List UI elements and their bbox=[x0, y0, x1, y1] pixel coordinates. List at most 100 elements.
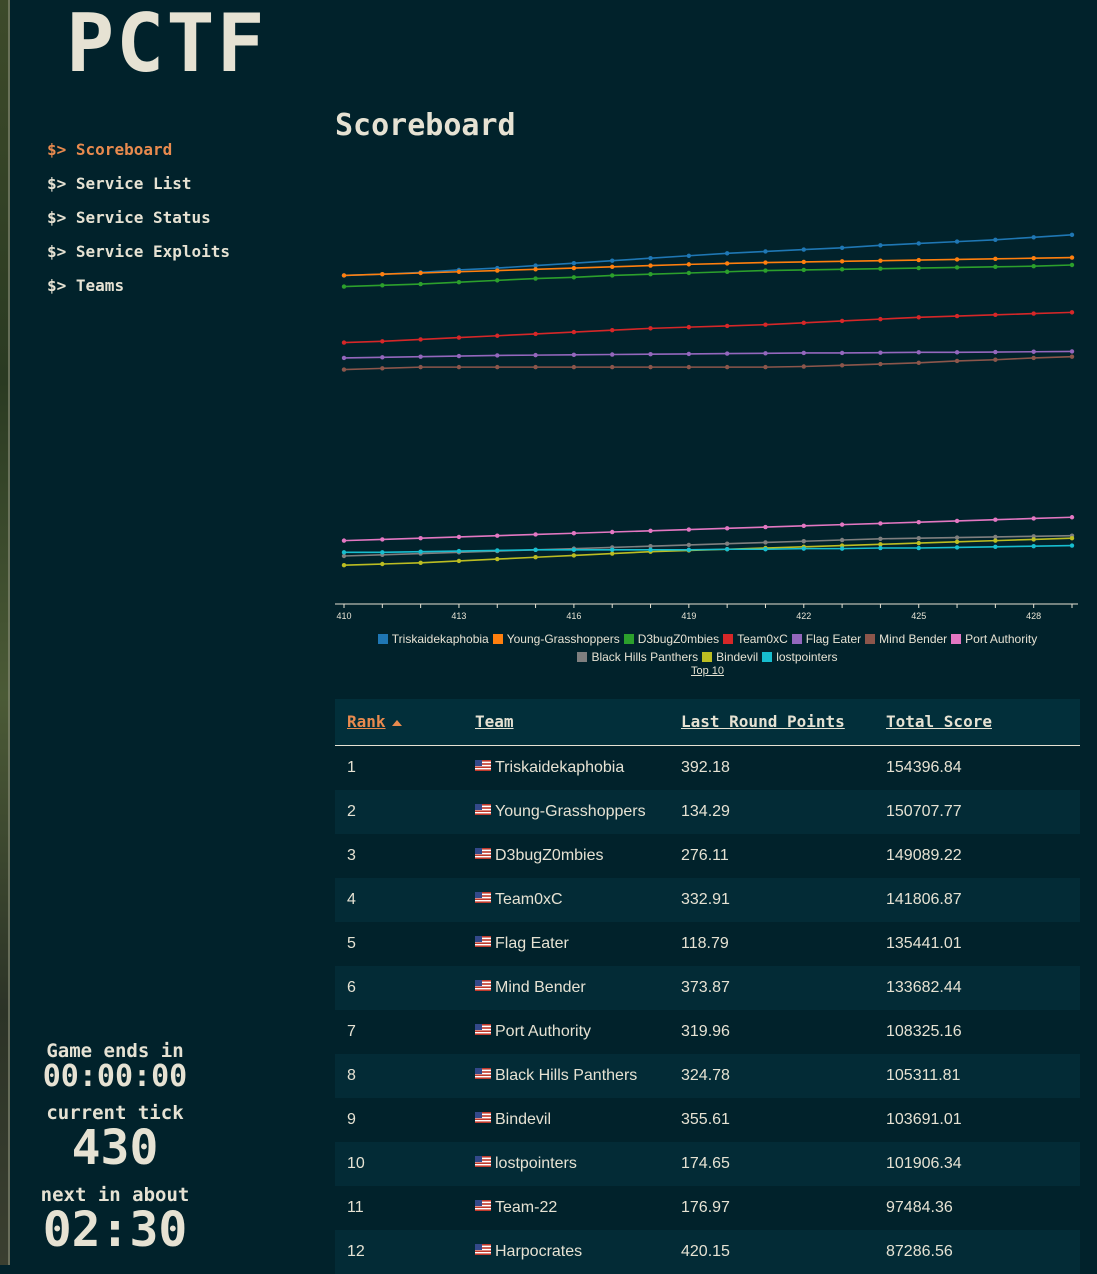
data-point[interactable] bbox=[495, 364, 500, 370]
nav-item-service-list[interactable]: $> Service List bbox=[47, 174, 230, 208]
data-point[interactable] bbox=[954, 535, 960, 540]
data-point[interactable] bbox=[916, 540, 921, 546]
data-point[interactable] bbox=[648, 547, 653, 553]
data-point[interactable] bbox=[993, 237, 998, 242]
data-point[interactable] bbox=[1031, 543, 1036, 549]
data-point[interactable] bbox=[878, 258, 883, 263]
data-point[interactable] bbox=[954, 239, 960, 244]
data-point[interactable] bbox=[380, 366, 385, 371]
data-point[interactable] bbox=[916, 535, 921, 541]
data-point[interactable] bbox=[686, 324, 692, 330]
data-point[interactable] bbox=[916, 315, 921, 320]
data-point[interactable] bbox=[456, 353, 462, 359]
data-point[interactable] bbox=[993, 517, 998, 522]
data-point[interactable] bbox=[839, 318, 845, 324]
data-point[interactable] bbox=[648, 352, 653, 357]
data-point[interactable] bbox=[686, 364, 692, 370]
data-point[interactable] bbox=[954, 539, 960, 545]
data-point[interactable] bbox=[341, 284, 347, 289]
team-name-link[interactable]: Port Authority bbox=[495, 1023, 591, 1040]
data-point[interactable] bbox=[418, 354, 423, 359]
data-point[interactable] bbox=[495, 278, 500, 283]
data-point[interactable] bbox=[648, 364, 653, 370]
legend-item[interactable]: Young-Grasshoppers bbox=[492, 630, 620, 648]
data-point[interactable] bbox=[1069, 535, 1075, 541]
data-point[interactable] bbox=[686, 270, 692, 276]
data-point[interactable] bbox=[341, 538, 347, 543]
data-point[interactable] bbox=[686, 547, 692, 553]
data-point[interactable] bbox=[456, 558, 462, 564]
team-name-link[interactable]: Team-22 bbox=[495, 1199, 557, 1216]
data-point[interactable] bbox=[801, 523, 806, 529]
team-name-link[interactable]: Young-Grasshoppers bbox=[495, 803, 646, 820]
team-name-link[interactable]: Harpocrates bbox=[495, 1243, 582, 1260]
data-point[interactable] bbox=[341, 550, 347, 555]
team-name-link[interactable]: Mind Bender bbox=[495, 979, 586, 996]
data-point[interactable] bbox=[380, 355, 385, 360]
data-point[interactable] bbox=[878, 243, 883, 248]
data-point[interactable] bbox=[456, 335, 462, 340]
data-point[interactable] bbox=[839, 267, 845, 272]
data-point[interactable] bbox=[763, 249, 768, 254]
data-point[interactable] bbox=[724, 323, 730, 329]
data-point[interactable] bbox=[533, 364, 538, 370]
data-point[interactable] bbox=[686, 527, 692, 532]
data-point[interactable] bbox=[418, 549, 423, 554]
data-point[interactable] bbox=[380, 272, 385, 277]
data-point[interactable] bbox=[341, 563, 347, 568]
data-point[interactable] bbox=[763, 364, 768, 370]
data-point[interactable] bbox=[648, 263, 653, 268]
data-point[interactable] bbox=[456, 548, 462, 554]
data-point[interactable] bbox=[954, 313, 960, 319]
data-point[interactable] bbox=[571, 352, 577, 358]
data-point[interactable] bbox=[686, 542, 692, 548]
data-point[interactable] bbox=[993, 544, 998, 549]
column-header-last-round-points[interactable]: Last Round Points bbox=[669, 699, 874, 746]
data-point[interactable] bbox=[878, 266, 883, 271]
data-point[interactable] bbox=[495, 548, 500, 553]
team-name-link[interactable]: Black Hills Panthers bbox=[495, 1067, 637, 1084]
data-point[interactable] bbox=[610, 352, 615, 357]
data-point[interactable] bbox=[763, 524, 768, 530]
nav-item-teams[interactable]: $> Teams bbox=[47, 276, 230, 310]
legend-item[interactable]: Port Authority bbox=[951, 630, 1037, 648]
data-point[interactable] bbox=[648, 326, 653, 331]
data-point[interactable] bbox=[1069, 349, 1075, 354]
data-point[interactable] bbox=[916, 350, 921, 355]
data-point[interactable] bbox=[724, 351, 730, 356]
data-point[interactable] bbox=[418, 560, 423, 565]
column-header-rank[interactable]: Rank bbox=[335, 699, 463, 746]
data-point[interactable] bbox=[1069, 255, 1075, 260]
legend-item[interactable]: Bindevil bbox=[702, 648, 758, 666]
data-point[interactable] bbox=[993, 264, 998, 270]
data-point[interactable] bbox=[533, 555, 538, 560]
data-point[interactable] bbox=[533, 547, 538, 553]
data-point[interactable] bbox=[839, 522, 845, 527]
data-point[interactable] bbox=[571, 275, 577, 280]
data-point[interactable] bbox=[1069, 262, 1075, 268]
data-point[interactable] bbox=[763, 260, 768, 265]
team-name-link[interactable]: Team0xC bbox=[495, 891, 563, 908]
data-point[interactable] bbox=[801, 267, 806, 273]
data-point[interactable] bbox=[495, 353, 500, 358]
data-point[interactable] bbox=[380, 561, 385, 567]
data-point[interactable] bbox=[993, 349, 998, 355]
data-point[interactable] bbox=[495, 268, 500, 273]
data-point[interactable] bbox=[1069, 515, 1075, 520]
data-point[interactable] bbox=[1031, 235, 1036, 240]
team-name-link[interactable]: Flag Eater bbox=[495, 935, 569, 952]
nav-item-service-status[interactable]: $> Service Status bbox=[47, 208, 230, 242]
data-point[interactable] bbox=[1069, 354, 1075, 359]
data-point[interactable] bbox=[380, 283, 385, 288]
nav-item-service-exploits[interactable]: $> Service Exploits bbox=[47, 242, 230, 276]
data-point[interactable] bbox=[763, 322, 768, 327]
data-point[interactable] bbox=[801, 364, 806, 369]
data-point[interactable] bbox=[916, 241, 921, 246]
data-point[interactable] bbox=[610, 547, 615, 553]
data-point[interactable] bbox=[456, 364, 462, 370]
data-point[interactable] bbox=[1031, 355, 1036, 361]
data-point[interactable] bbox=[801, 247, 806, 252]
data-point[interactable] bbox=[380, 339, 385, 344]
team-name-link[interactable]: Bindevil bbox=[495, 1111, 551, 1128]
legend-item[interactable]: Triskaidekaphobia bbox=[377, 630, 489, 648]
